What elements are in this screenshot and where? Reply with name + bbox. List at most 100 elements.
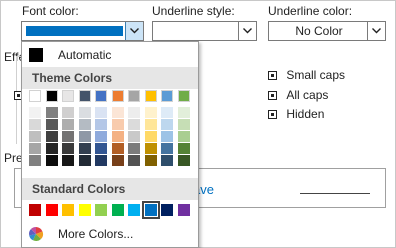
theme-color-shade-swatch[interactable] — [62, 119, 74, 130]
underline-style-label: Underline style: — [152, 4, 235, 18]
theme-color-shade-swatch[interactable] — [161, 119, 173, 130]
theme-color-shade-swatch[interactable] — [128, 107, 140, 118]
theme-color-shade-swatch[interactable] — [161, 131, 173, 142]
all-caps-option[interactable]: All caps — [268, 88, 328, 102]
theme-color-shade-swatch[interactable] — [111, 119, 124, 130]
theme-color-shade-swatch[interactable] — [95, 119, 107, 130]
theme-color-shade-swatch[interactable] — [29, 143, 41, 154]
standard-color-swatch-selected[interactable] — [141, 201, 160, 219]
theme-color-shade-swatch[interactable] — [95, 131, 107, 142]
theme-color-shade-swatch[interactable] — [29, 155, 41, 166]
font-color-dropdown[interactable] — [21, 21, 144, 41]
theme-color-shade-swatch[interactable] — [29, 107, 41, 118]
standard-color-swatch[interactable] — [128, 204, 140, 216]
theme-color-shade-swatch[interactable] — [111, 107, 124, 118]
theme-color-swatch[interactable] — [161, 90, 173, 102]
standard-color-swatch[interactable] — [62, 204, 74, 216]
theme-color-shade-swatch[interactable] — [62, 143, 74, 154]
theme-color-shade-swatch[interactable] — [128, 143, 140, 154]
preview-baseline — [300, 193, 370, 194]
font-color-preview-bar — [26, 26, 123, 36]
theme-color-shade-swatch[interactable] — [45, 119, 58, 130]
theme-color-shade-swatch[interactable] — [161, 107, 173, 118]
theme-color-shade-swatch[interactable] — [177, 119, 190, 130]
underline-style-dropdown-button[interactable] — [238, 22, 256, 40]
standard-color-swatch[interactable] — [45, 204, 58, 216]
theme-color-shade-swatch[interactable] — [29, 131, 41, 142]
theme-color-shade-swatch[interactable] — [161, 143, 173, 154]
all-caps-checkbox[interactable] — [268, 91, 277, 100]
underline-color-dropdown-button[interactable] — [367, 22, 385, 40]
theme-color-shade-swatch[interactable] — [111, 143, 124, 154]
theme-color-shade-swatch[interactable] — [95, 143, 107, 154]
theme-color-shade-swatch[interactable] — [78, 143, 91, 154]
theme-color-shade-swatch[interactable] — [144, 131, 157, 142]
theme-color-shade-swatch[interactable] — [45, 155, 58, 166]
color-wheel-icon — [29, 226, 44, 242]
preview-group-label: Pre — [4, 151, 23, 165]
automatic-color-option[interactable]: Automatic — [26, 45, 192, 65]
theme-color-shade-swatch[interactable] — [62, 107, 74, 118]
standard-color-swatch[interactable] — [95, 204, 107, 216]
standard-colors-header: Standard Colors — [22, 178, 198, 200]
theme-color-swatch[interactable] — [177, 90, 190, 102]
theme-color-shade-swatch[interactable] — [29, 119, 41, 130]
hidden-checkbox[interactable] — [268, 110, 277, 119]
theme-color-shade-swatch[interactable] — [45, 107, 58, 118]
theme-colors-header: Theme Colors — [22, 67, 198, 89]
standard-color-swatch[interactable] — [161, 204, 173, 216]
more-colors-label: More Colors... — [58, 227, 134, 241]
theme-color-shade-swatch[interactable] — [128, 155, 140, 166]
underline-color-dropdown[interactable]: No Color — [268, 21, 386, 41]
theme-color-shade-swatch[interactable] — [128, 131, 140, 142]
chevron-down-icon — [130, 28, 139, 34]
theme-color-shade-swatch[interactable] — [111, 155, 124, 166]
effects-group-line-left — [16, 56, 17, 144]
chevron-down-icon — [243, 28, 252, 34]
standard-color-swatch[interactable] — [111, 204, 124, 216]
theme-color-swatch[interactable] — [111, 90, 124, 102]
hidden-option[interactable]: Hidden — [268, 107, 324, 121]
theme-color-shade-swatch[interactable] — [45, 131, 58, 142]
theme-color-shade-swatch[interactable] — [78, 155, 91, 166]
standard-color-swatch[interactable] — [78, 204, 91, 216]
small-caps-checkbox[interactable] — [268, 71, 277, 80]
standard-color-swatch[interactable] — [177, 204, 190, 216]
underline-color-value: No Color — [295, 24, 343, 38]
theme-color-shade-swatch[interactable] — [144, 119, 157, 130]
theme-color-shade-swatch[interactable] — [95, 155, 107, 166]
theme-color-shade-swatch[interactable] — [78, 131, 91, 142]
more-colors-option[interactable]: More Colors... — [26, 224, 192, 244]
theme-colors-grid — [22, 90, 198, 178]
theme-color-shade-swatch[interactable] — [177, 107, 190, 118]
standard-color-swatch[interactable] — [29, 204, 41, 216]
theme-color-swatch[interactable] — [128, 90, 140, 102]
all-caps-label: All caps — [286, 88, 329, 102]
theme-color-shade-swatch[interactable] — [128, 119, 140, 130]
theme-color-swatch[interactable] — [95, 90, 107, 102]
standard-colors-grid — [22, 200, 198, 222]
theme-color-shade-swatch[interactable] — [161, 155, 173, 166]
theme-color-shade-swatch[interactable] — [78, 107, 91, 118]
theme-color-shade-swatch[interactable] — [95, 107, 107, 118]
theme-color-shade-swatch[interactable] — [78, 119, 91, 130]
theme-color-swatch[interactable] — [78, 90, 91, 102]
theme-color-shade-swatch[interactable] — [144, 107, 157, 118]
small-caps-option[interactable]: Small caps — [268, 68, 345, 82]
theme-color-swatch[interactable] — [45, 90, 58, 102]
theme-color-shade-swatch[interactable] — [62, 131, 74, 142]
theme-color-shade-swatch[interactable] — [144, 155, 157, 166]
theme-color-shade-swatch[interactable] — [177, 131, 190, 142]
theme-color-shade-swatch[interactable] — [45, 143, 58, 154]
theme-color-shade-swatch[interactable] — [177, 155, 190, 166]
theme-color-swatch[interactable] — [144, 90, 157, 102]
theme-color-swatch[interactable] — [62, 90, 74, 102]
underline-style-dropdown[interactable] — [152, 21, 257, 41]
theme-color-shade-swatch[interactable] — [177, 143, 190, 154]
theme-color-shade-swatch[interactable] — [111, 131, 124, 142]
theme-color-swatch[interactable] — [29, 90, 41, 102]
hidden-label: Hidden — [286, 107, 325, 121]
theme-color-shade-swatch[interactable] — [144, 143, 157, 154]
theme-color-shade-swatch[interactable] — [62, 155, 74, 166]
font-color-dropdown-button[interactable] — [125, 22, 143, 40]
